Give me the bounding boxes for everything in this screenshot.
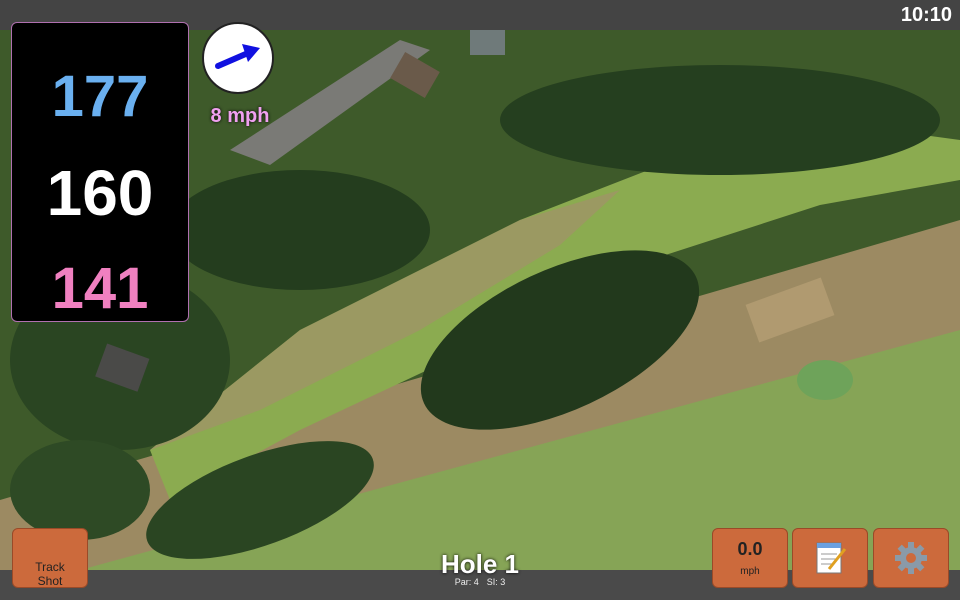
hole-title: Hole 1 [440,549,520,579]
hole-info: Par: 4 SI: 3 [380,577,580,587]
distance-panel: 177 160 141 [11,22,189,322]
wind-reading-value: 0.0 [737,539,763,559]
middle-distance: 160 [46,157,154,229]
notepad-icon [816,542,847,574]
gear-icon [895,542,927,574]
track-shot-label: Track Shot [35,560,65,588]
stroke-index-label: SI: 3 [486,577,506,587]
wind-reading-unit: mph [740,566,760,577]
settings-button[interactable] [873,528,949,588]
clock: 10:10 [900,4,952,26]
wind-compass[interactable] [202,22,274,94]
track-shot-button[interactable]: Track Shot [12,528,88,588]
front-distance: 141 [51,256,149,321]
par-label: Par: 4 [454,577,479,587]
notes-button[interactable] [792,528,868,588]
wind-arrow-icon [215,44,260,69]
wind-speed-label: 8 mph [210,105,270,127]
back-distance: 177 [51,64,149,129]
wind-reading-button[interactable]: 0.0 mph [712,528,788,588]
